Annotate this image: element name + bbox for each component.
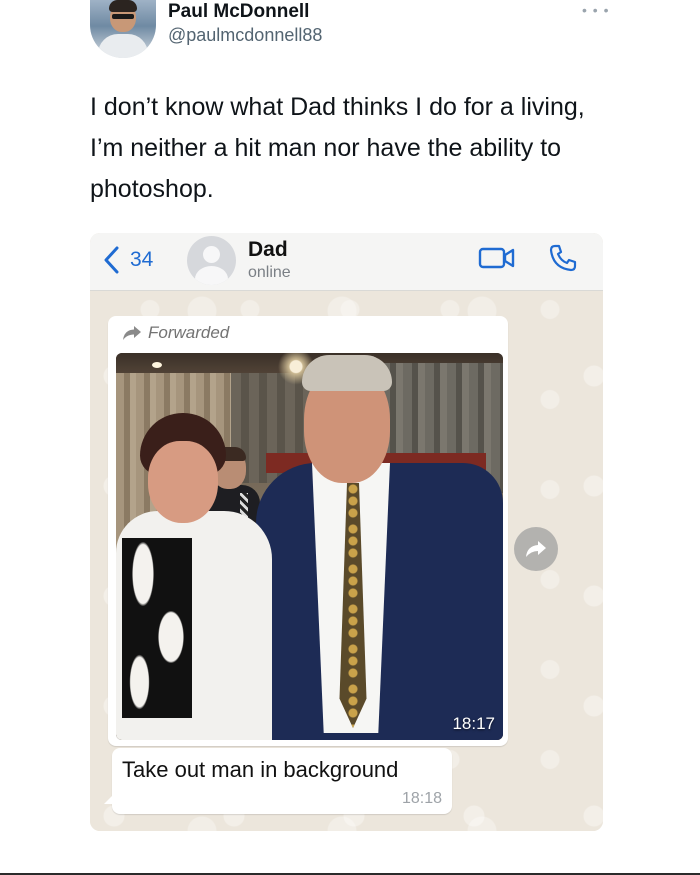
chat-header: 34 Dad online (90, 233, 603, 291)
woman-top (122, 538, 192, 718)
image-message-bubble[interactable]: Forwarded 18:17 (108, 316, 508, 746)
text-message-bubble[interactable]: Take out man in background 18:18 (104, 748, 452, 814)
share-button[interactable] (514, 527, 558, 571)
chat-screenshot: 34 Dad online Forwarded 18:17 Take out m… (90, 233, 603, 831)
photo-ceiling-light (152, 362, 162, 368)
contact-name[interactable]: Dad (248, 238, 288, 262)
avatar-placeholder-body (195, 266, 228, 285)
forwarded-indicator: Forwarded (122, 322, 229, 344)
unread-count[interactable]: 34 (130, 248, 153, 272)
image-timestamp: 18:17 (452, 714, 495, 733)
user-handle[interactable]: @paulmcdonnell88 (168, 25, 322, 46)
tweet-text: I don’t know what Dad thinks I do for a … (90, 93, 585, 203)
contact-status: online (248, 264, 291, 281)
avatar-sunglasses (112, 14, 134, 19)
more-dots-icon[interactable]: • • • (582, 2, 609, 18)
display-name[interactable]: Paul McDonnell (168, 1, 309, 23)
woman-face (148, 441, 218, 523)
forward-arrow-icon (123, 326, 141, 340)
avatar-shirt (98, 34, 148, 58)
man-hair (302, 355, 392, 391)
contact-avatar[interactable] (187, 236, 236, 285)
share-icon (526, 541, 546, 557)
phone-call-icon[interactable] (548, 243, 578, 273)
avatar-placeholder-head (203, 246, 220, 263)
profile-avatar[interactable] (90, 0, 156, 58)
message-timestamp: 18:18 (401, 790, 442, 807)
avatar-hair (109, 0, 137, 12)
chevron-left-icon[interactable] (102, 245, 122, 275)
video-call-icon[interactable] (478, 245, 516, 271)
shared-photo[interactable]: 18:17 (116, 353, 503, 740)
forwarded-label: Forwarded (148, 323, 230, 342)
message-text: Take out man in background (122, 757, 399, 782)
